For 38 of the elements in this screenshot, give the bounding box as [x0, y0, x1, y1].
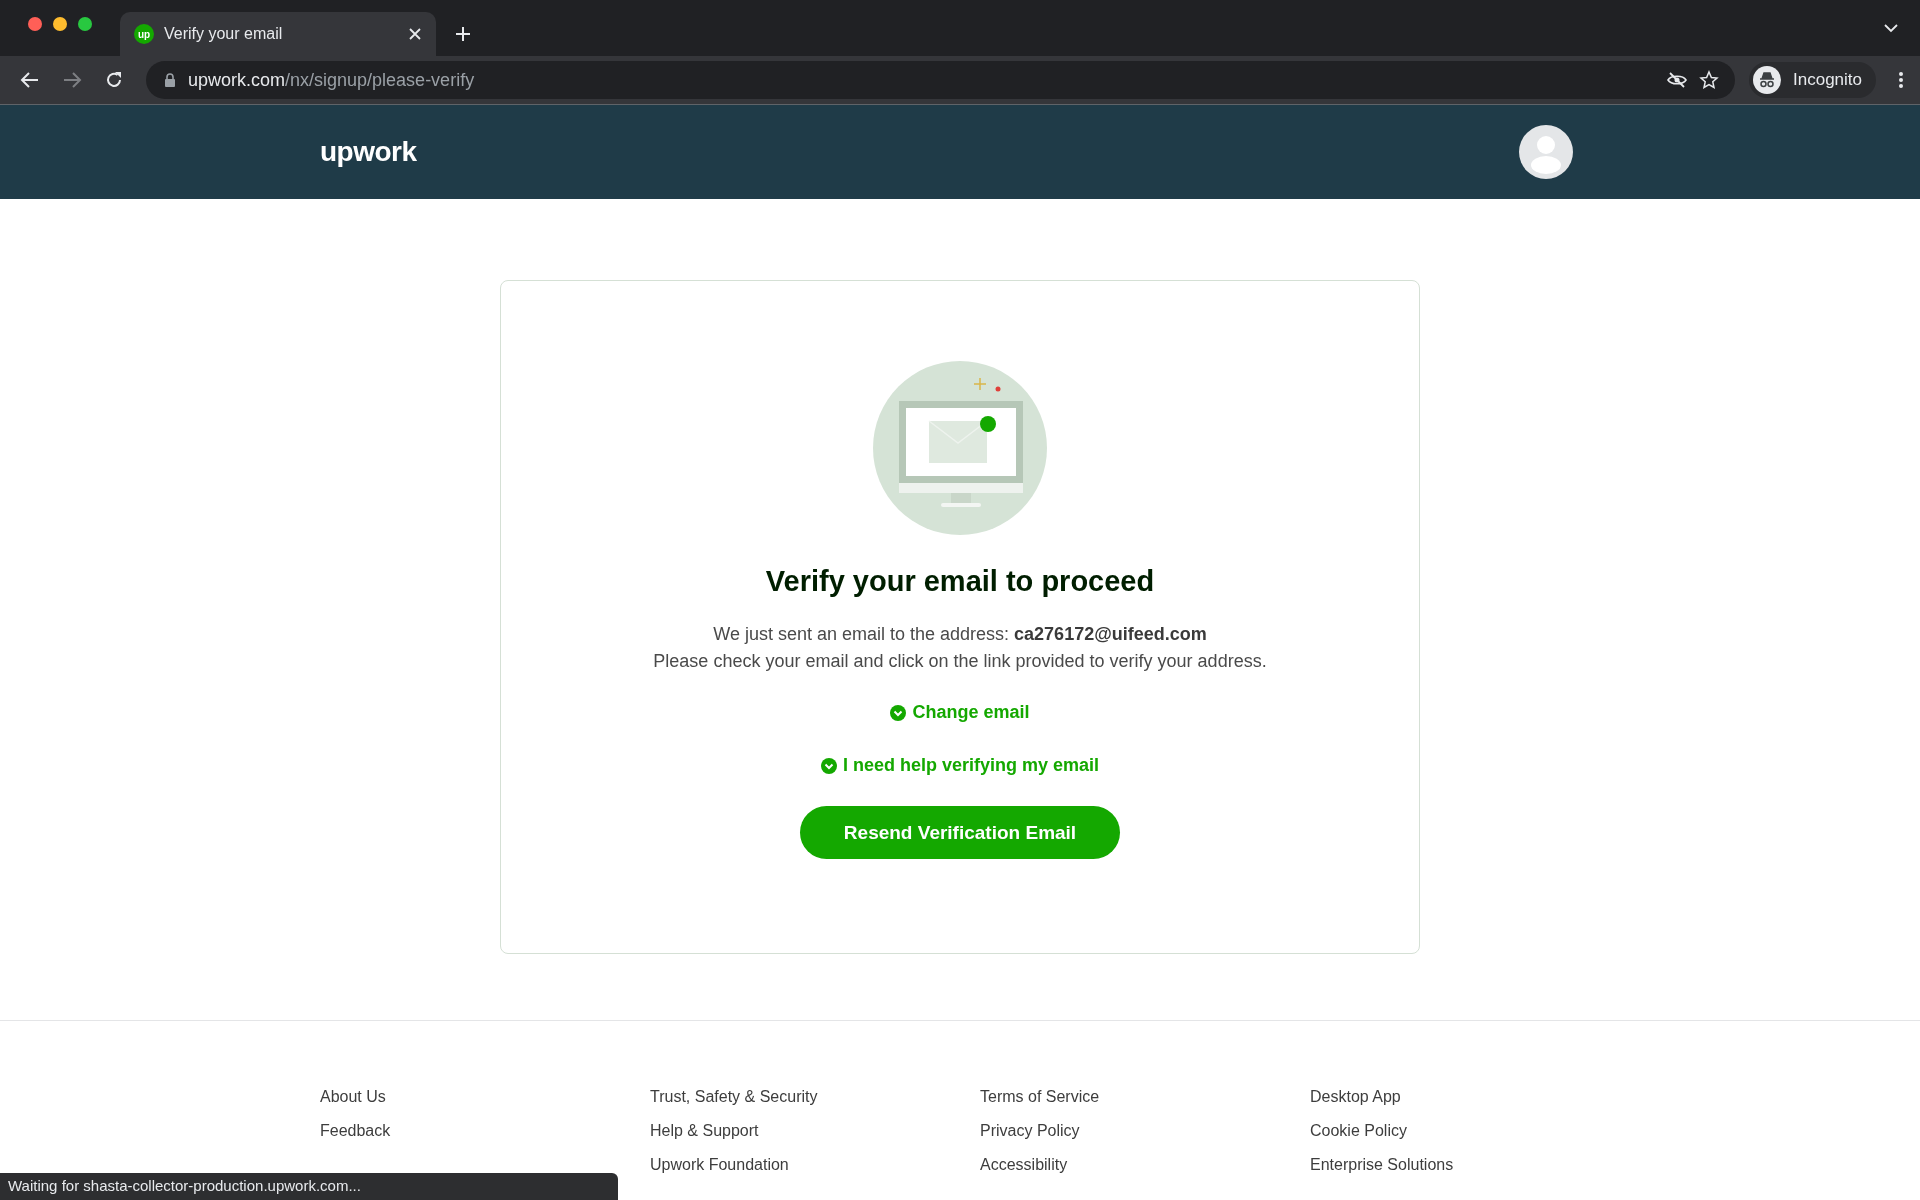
star-icon[interactable] [1699, 70, 1719, 90]
logo[interactable]: upwork [320, 136, 417, 168]
incognito-profile-button[interactable]: Incognito [1749, 62, 1876, 98]
footer-link[interactable]: Enterprise Solutions [1310, 1155, 1640, 1174]
footer-link[interactable]: Accessibility [980, 1155, 1310, 1174]
back-arrow-icon[interactable] [20, 71, 40, 89]
reload-icon[interactable] [104, 70, 124, 90]
footer-link[interactable]: About Us [320, 1087, 650, 1106]
footer-link[interactable]: Trust, Safety & Security [650, 1087, 980, 1106]
more-options-icon[interactable] [1898, 71, 1904, 89]
message-text: We just sent an email to the address: ca276172@uifeed.com [713, 624, 1207, 645]
url-text: upwork.com/nx/signup/please-verify [188, 69, 475, 91]
incognito-icon [1753, 66, 1781, 94]
status-bar: Waiting for shasta-collector-production.upwork.com... [0, 1173, 618, 1200]
footer-link[interactable]: Upwork Foundation [650, 1155, 980, 1174]
forward-arrow-icon[interactable] [62, 71, 82, 89]
lock-icon [164, 73, 176, 87]
footer-link[interactable]: Desktop App [1310, 1087, 1640, 1106]
browser-tab[interactable]: up Verify your email [120, 12, 436, 56]
eye-slash-icon[interactable] [1667, 72, 1687, 88]
close-icon[interactable] [408, 27, 422, 41]
footer-link[interactable]: Feedback [320, 1121, 650, 1140]
site-favicon: up [134, 24, 154, 44]
avatar-icon[interactable] [1519, 125, 1573, 179]
card-title: Verify your email to proceed [765, 565, 1155, 598]
close-window-icon[interactable] [28, 17, 42, 31]
chevron-circle-icon [820, 757, 837, 774]
minimize-window-icon[interactable] [53, 17, 67, 31]
footer-link[interactable]: Cookie Policy [1310, 1121, 1640, 1140]
chevron-circle-icon [890, 704, 907, 721]
footer-link[interactable]: Privacy Policy [980, 1121, 1310, 1140]
address-bar[interactable]: upwork.com/nx/signup/please-verify [146, 61, 1735, 99]
plus-icon[interactable] [454, 25, 472, 43]
message-text: Please check your email and click on the link provided to verify your address. [653, 651, 1267, 672]
maximize-window-icon[interactable] [78, 17, 92, 31]
footer-link[interactable]: Terms of Service [980, 1087, 1310, 1106]
footer-link[interactable]: Help & Support [650, 1121, 980, 1140]
chevron-down-icon[interactable] [1884, 23, 1898, 33]
